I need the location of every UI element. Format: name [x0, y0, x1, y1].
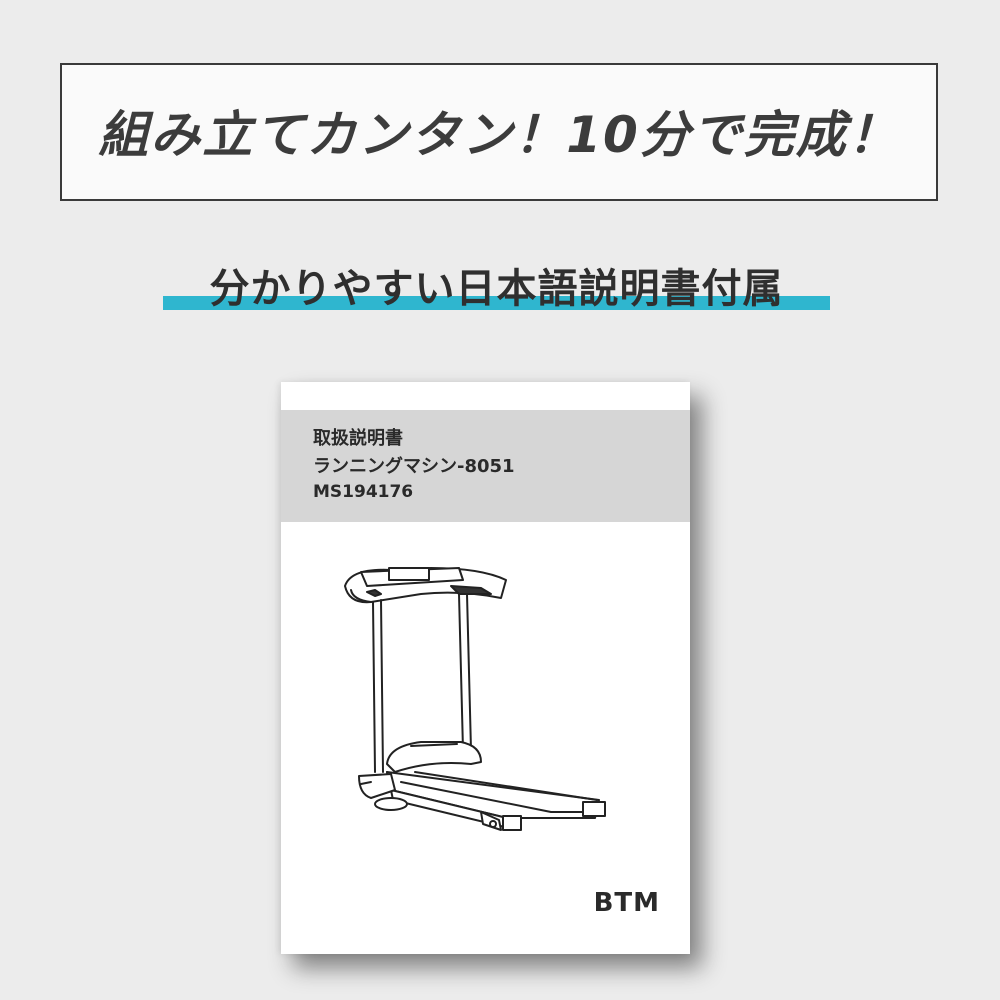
subtitle: 分かりやすい日本語説明書付属: [209, 266, 784, 312]
manual-booklet: 取扱説明書 ランニングマシン-8051 MS194176 BTM: [281, 382, 690, 954]
speech-bubble: 組み立てカンタン！10分で完成！: [60, 63, 938, 201]
treadmill-illustration: [344, 567, 606, 831]
brand-logo-text: BTM: [593, 888, 660, 918]
manual-header: 取扱説明書 ランニングマシン-8051 MS194176: [281, 410, 690, 522]
headline: 組み立てカンタン！10分で完成！: [98, 106, 900, 164]
manual-model-number: MS194176: [313, 482, 414, 502]
subtitle-banner: 分かりやすい日本語説明書付属: [163, 250, 830, 316]
brand-logo: BTM: [594, 888, 660, 918]
manual-product-name: ランニングマシン-8051: [313, 456, 515, 477]
manual-title: 取扱説明書: [313, 428, 403, 449]
